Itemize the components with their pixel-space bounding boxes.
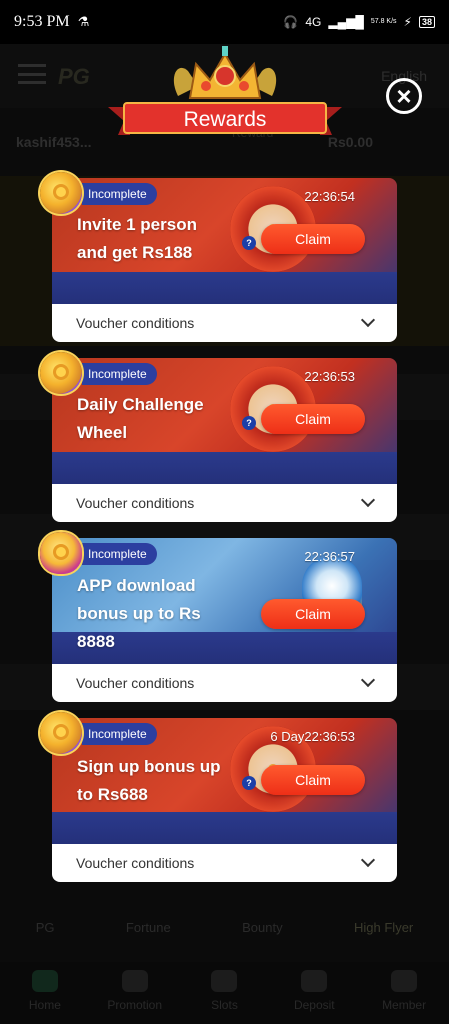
coin-icon: [40, 352, 82, 394]
claim-button[interactable]: Claim: [261, 224, 365, 254]
countdown-timer: 22:36:53: [304, 369, 355, 384]
chevron-down-icon: [360, 312, 376, 328]
status-bar: 9:53 PM ⚗ 🎧 4G ▂▄▆█ 57.8 K/s ⚡ 38: [0, 0, 449, 44]
crown-icon: [173, 46, 277, 99]
countdown-timer: 22:36:57: [304, 549, 355, 564]
voucher-conditions-label: Voucher conditions: [76, 315, 195, 331]
card-title-line: APP download: [77, 576, 196, 595]
voucher-conditions[interactable]: Voucher conditions: [52, 664, 397, 702]
reward-card: ? Incomplete 6 Day22:36:53 Sign up bonus…: [40, 712, 397, 882]
headphones-icon: 🎧: [283, 15, 299, 29]
card-band: [52, 452, 397, 484]
status-badge: Incomplete: [82, 543, 157, 565]
voucher-conditions-label: Voucher conditions: [76, 855, 195, 871]
card-title-line: Sign up bonus up: [77, 757, 221, 776]
flask-icon: ⚗: [77, 14, 90, 29]
chevron-down-icon: [360, 492, 376, 508]
voucher-conditions-label: Voucher conditions: [76, 675, 195, 691]
coin-icon: [40, 712, 82, 754]
voucher-conditions[interactable]: Voucher conditions: [52, 484, 397, 522]
card-title: Sign up bonus up to Rs688: [77, 753, 247, 809]
voucher-conditions[interactable]: Voucher conditions: [52, 844, 397, 882]
card-title-line: Invite 1 person: [77, 215, 197, 234]
speed-label: 57.8 K/s: [370, 18, 397, 25]
card-title-line: bonus up to Rs: [77, 604, 201, 623]
card-band: [52, 272, 397, 304]
status-icons: 🎧 4G ▂▄▆█ 57.8 K/s ⚡ 38: [283, 15, 435, 29]
rewards-header: Rewards: [108, 46, 342, 138]
reward-card: Incomplete 22:36:57 APP download bonus u…: [40, 532, 397, 702]
battery-icon: 38: [418, 16, 435, 28]
countdown-timer: 22:36:54: [304, 189, 355, 204]
status-badge: Incomplete: [82, 363, 157, 385]
chevron-down-icon: [360, 672, 376, 688]
countdown-timer: 6 Day22:36:53: [270, 729, 355, 744]
claim-button[interactable]: Claim: [261, 765, 365, 795]
egg-icon: [40, 532, 82, 574]
card-title-line: Wheel: [77, 423, 128, 442]
status-badge: Incomplete: [82, 723, 157, 745]
wifi-off-icon: ⚡: [403, 15, 412, 29]
close-button[interactable]: ×: [386, 78, 422, 114]
chevron-down-icon: [360, 852, 376, 868]
card-title-line: to Rs688: [77, 785, 148, 804]
card-title-line: Daily Challenge: [77, 395, 204, 414]
close-icon: ×: [396, 81, 412, 111]
status-badge: Incomplete: [82, 183, 157, 205]
card-title: Daily Challenge Wheel: [77, 391, 247, 447]
card-title-line: 8888: [77, 632, 115, 651]
signal-icon: ▂▄▆█: [328, 15, 364, 29]
reward-card: ? Incomplete 22:36:53 Daily Challenge Wh…: [40, 352, 397, 522]
card-title: APP download bonus up to Rs 8888: [77, 572, 247, 656]
coin-icon: [40, 172, 82, 214]
network-label: 4G: [305, 15, 322, 29]
voucher-conditions-label: Voucher conditions: [76, 495, 195, 511]
status-time: 9:53 PM: [14, 13, 70, 30]
rewards-title: Rewards: [183, 108, 267, 131]
claim-button[interactable]: Claim: [261, 404, 365, 434]
voucher-conditions[interactable]: Voucher conditions: [52, 304, 397, 342]
card-band: [52, 812, 397, 844]
card-title-line: and get Rs188: [77, 243, 193, 262]
claim-button[interactable]: Claim: [261, 599, 365, 629]
card-title: Invite 1 person and get Rs188: [77, 211, 247, 267]
reward-card: ? Incomplete 22:36:54 Invite 1 person an…: [40, 172, 397, 342]
